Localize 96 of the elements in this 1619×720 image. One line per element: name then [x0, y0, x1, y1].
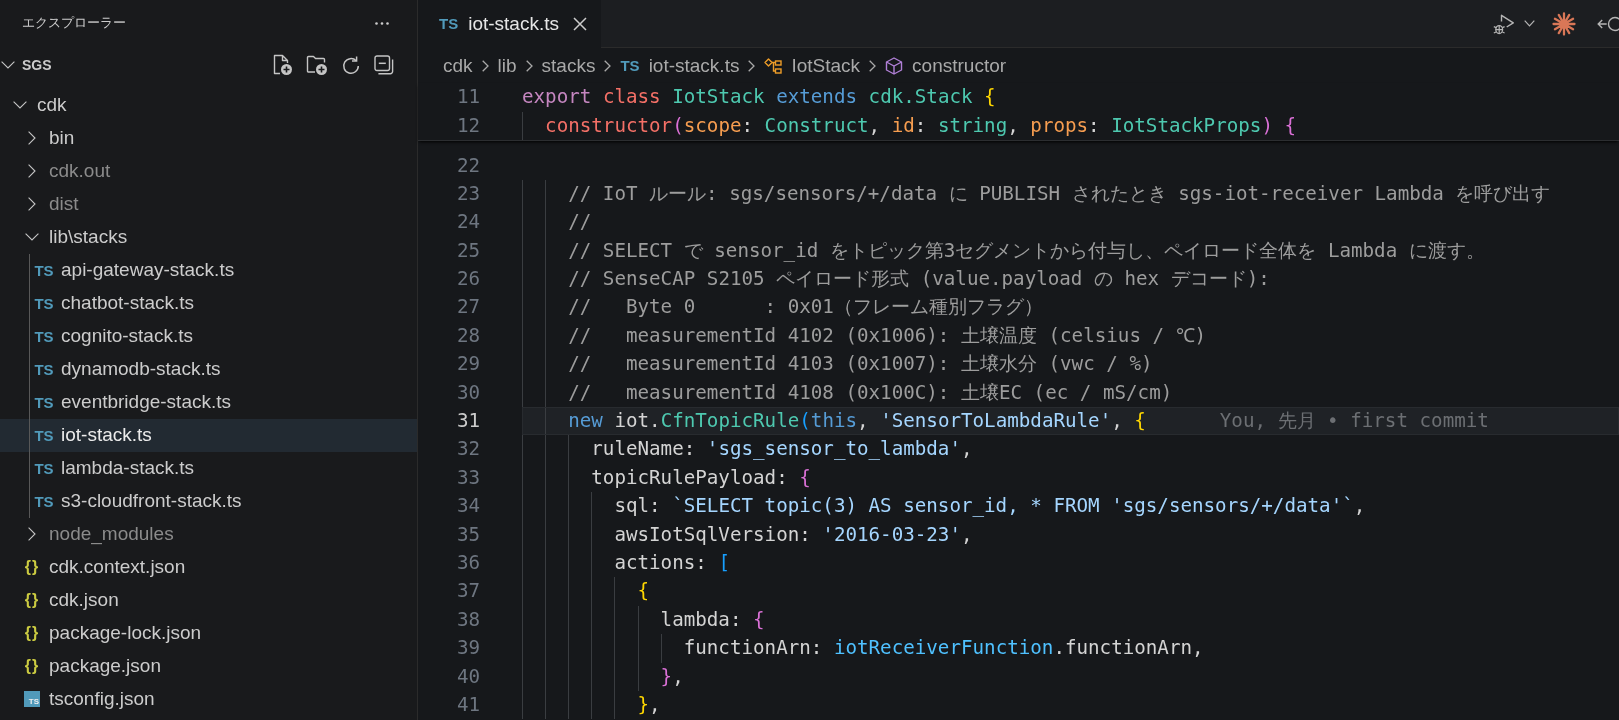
play-bug-icon[interactable] [1493, 12, 1515, 35]
code-line: ruleName: 'sgs_sensor_to_lambda', [591, 436, 973, 463]
refresh-icon[interactable] [341, 55, 361, 75]
file-type-icon: TS [34, 262, 54, 278]
new-folder-icon[interactable] [306, 54, 328, 76]
class-symbol-icon [764, 56, 783, 75]
code-line: lambda: { [660, 606, 765, 633]
line-number: 37 [455, 578, 480, 605]
file-type-icon: TS [620, 58, 640, 73]
blame-annotation: You, 先月 • first commit [1219, 408, 1489, 434]
line-number: 22 [455, 152, 480, 179]
code-line: functionArn: iotReceiverFunction.functionArn, [683, 635, 1204, 662]
line-number: 30 [455, 379, 480, 406]
file-item[interactable]: {} package.json [0, 649, 417, 683]
line-number: 34 [455, 493, 480, 520]
chevron-right-icon [525, 59, 533, 72]
code-line: }, [637, 691, 661, 718]
file-type-icon: {} [24, 592, 40, 608]
line-number: 32 [455, 436, 480, 463]
breadcrumb-item[interactable]: TS iot-stack.ts [620, 54, 740, 77]
breadcrumb-item[interactable]: IotStack [764, 54, 861, 77]
code-line: // Byte 0 : 0x01（フレーム種別フラグ） [568, 294, 1043, 321]
line-number: 31 [455, 408, 480, 434]
file-item[interactable]: TS iot-stack.ts [0, 418, 417, 452]
line-number: 40 [455, 663, 480, 690]
breadcrumb-item[interactable]: lib [497, 54, 517, 77]
file-item[interactable]: {} cdk.json [0, 583, 417, 617]
line-number: 27 [455, 294, 480, 321]
line-number: 26 [455, 266, 480, 293]
code-line: actions: [ [614, 549, 730, 576]
folder-item[interactable]: lib\stacks [0, 220, 417, 254]
code-line: // [568, 209, 592, 236]
line-number: 29 [455, 351, 480, 378]
file-type-icon: {} [24, 625, 40, 641]
code-line: export class IotStack extends cdk.Stack { [522, 84, 996, 110]
collapse-icon[interactable] [374, 55, 394, 75]
line-number: 24 [455, 209, 480, 236]
line-number: 11 [455, 84, 480, 110]
line-number: 35 [455, 521, 480, 548]
code-line: // SELECT で sensor_id をトピック第3セグメントから付与し、ペイロード全体を Lambda に渡す。 [568, 237, 1485, 264]
folder-item[interactable]: dist [0, 187, 417, 221]
close-icon[interactable] [573, 16, 587, 31]
code-line: // measurementId 4102 (0x1006): 土壌温度 (celsius / ℃) [568, 322, 1207, 349]
line-number: 36 [455, 549, 480, 576]
file-type-icon: TS [34, 394, 54, 410]
folder-item[interactable]: bin [0, 121, 417, 155]
folder-item[interactable]: cdk.out [0, 154, 417, 188]
breadcrumb-item[interactable]: cdk [443, 54, 473, 77]
file-type-icon: TS [34, 460, 54, 476]
file-item[interactable]: {} cdk.context.json [0, 550, 417, 584]
line-number: 41 [455, 691, 480, 718]
more-icon[interactable] [375, 21, 389, 25]
line-number: 39 [455, 635, 480, 662]
code-line: sql: `SELECT topic(3) AS sensor_id, * FROM 'sgs/sensors/+/data'`, [614, 493, 1366, 520]
code-line: constructor(scope: Construct, id: string, props: IotStackProps) { [545, 112, 1297, 139]
file-type-icon: TS [34, 295, 54, 311]
line-number: 38 [455, 606, 480, 633]
file-item[interactable]: {} package-lock.json [0, 616, 417, 650]
chevron-right-icon [604, 59, 612, 72]
code-line: new iot.CfnTopicRule(this, 'SensorToLambdaRule', { [568, 408, 1146, 434]
caret-icon[interactable] [1524, 20, 1535, 27]
line-number: 12 [455, 112, 480, 139]
line-number: 23 [455, 180, 480, 207]
panel-title: エクスプローラー [22, 14, 126, 32]
code-line: // SenseCAP S2105 ペイロード形式 (value.payload の hex デコード): [568, 266, 1270, 293]
code-line: { [637, 578, 650, 605]
file-type-icon: TS [34, 361, 54, 377]
cube-icon [885, 56, 904, 75]
file-type-icon: {} [24, 658, 40, 674]
file-type-icon: TS [34, 427, 54, 443]
code-line: // measurementId 4103 (0x1007): 土壌水分 (vwc / %) [568, 351, 1153, 378]
line-number: 25 [455, 237, 480, 264]
code-line: // measurementId 4108 (0x100C): 土壌EC (ec / mS/cm) [568, 379, 1173, 406]
file-type-icon: {} [24, 559, 40, 575]
breadcrumb-item[interactable]: constructor [885, 54, 1007, 77]
line-number: 28 [455, 322, 480, 349]
breadcrumb-item[interactable]: stacks [541, 54, 596, 77]
folder-item[interactable]: node_modules [0, 517, 417, 551]
file-item[interactable]: TS tsconfig.json [0, 682, 417, 716]
sparkle-icon[interactable] [1552, 11, 1576, 36]
code-line: }, [660, 663, 684, 690]
file-type-icon: TS [34, 328, 54, 344]
new-file-icon[interactable] [271, 54, 293, 76]
chevron-right-icon [869, 59, 877, 72]
line-number: 33 [455, 464, 480, 491]
workspace-header[interactable]: SGS [0, 48, 52, 82]
chevron-right-icon [481, 59, 489, 72]
code-line: topicRulePayload: { [591, 464, 811, 491]
chevron-right-icon [748, 59, 756, 72]
folder-item[interactable]: cdk [0, 88, 417, 122]
file-type-icon: TS [34, 493, 54, 509]
code-line: // IoT ルール: sgs/sensors/+/data に PUBLISH されたとき sgs-iot-receiver Lambda を呼び出す [568, 180, 1551, 207]
editor-tab[interactable]: TS iot-stack.ts [418, 0, 601, 48]
file-type-icon: TS [439, 16, 459, 31]
code-line: awsIotSqlVersion: '2016-03-23', [614, 521, 973, 548]
file-type-icon: TS [24, 691, 40, 707]
